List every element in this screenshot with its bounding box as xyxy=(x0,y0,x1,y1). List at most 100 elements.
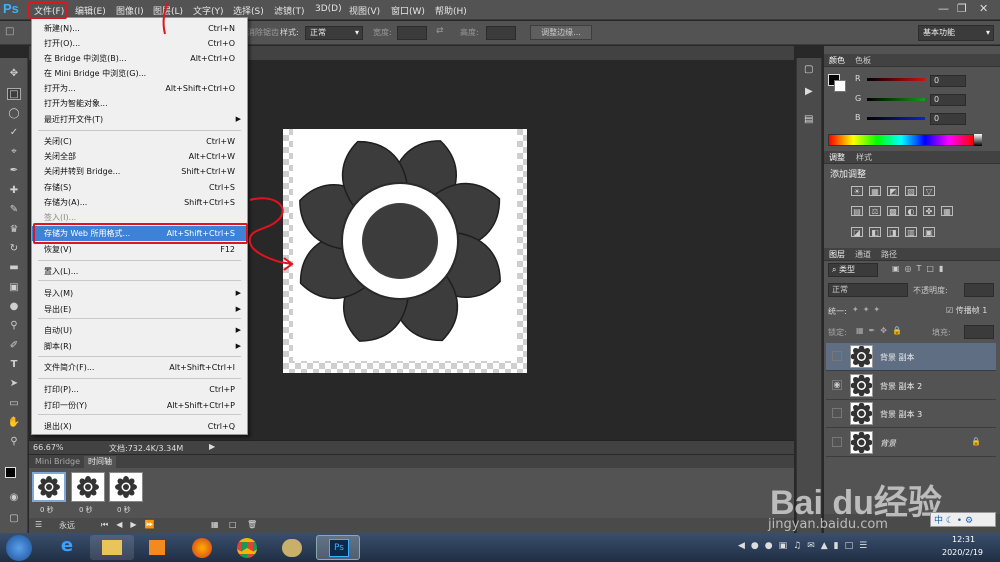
layer-filter-icons[interactable]: ▣◎T□▮ xyxy=(892,264,948,273)
tab-paths[interactable]: 路径 xyxy=(881,249,897,260)
menu-type[interactable]: 文字(Y) xyxy=(193,4,224,17)
zoom-level[interactable]: 66.67% xyxy=(33,443,64,452)
tray-icons[interactable]: ◀●●▣♫✉▲▮□☰ xyxy=(738,541,873,551)
path-select-icon[interactable]: ➤ xyxy=(7,378,21,390)
new-frame-icon[interactable]: □ xyxy=(229,520,237,529)
file-menu-item[interactable]: 存储为(A)... Shift+Ctrl+S xyxy=(32,195,247,210)
layer-filter-select[interactable]: ⌕ 类型 xyxy=(828,263,878,277)
actions-icon[interactable]: ▶ xyxy=(805,86,813,97)
bw-ramp[interactable] xyxy=(974,134,982,146)
close-icon[interactable]: ✕ xyxy=(979,2,988,15)
eraser-tool-icon[interactable]: ▬ xyxy=(7,262,21,274)
file-menu-item[interactable]: 退出(X) Ctrl+Q xyxy=(32,419,247,434)
screen-mode-icon[interactable]: ▢ xyxy=(7,513,21,525)
tab-channels[interactable]: 通道 xyxy=(855,249,871,260)
eye-icon[interactable]: ◉ xyxy=(832,380,842,390)
height-input[interactable] xyxy=(486,26,516,40)
eye-icon[interactable] xyxy=(832,437,842,447)
menu-filter[interactable]: 滤镜(T) xyxy=(274,4,305,17)
dodge-tool-icon[interactable]: ⚲ xyxy=(7,320,21,332)
file-menu-item[interactable]: 打印(P)... Ctrl+P xyxy=(32,382,247,397)
menu-window[interactable]: 窗口(W) xyxy=(391,4,425,17)
frame-1[interactable] xyxy=(32,472,66,502)
history-brush-icon[interactable]: ↻ xyxy=(7,243,21,255)
adjustment-icon[interactable]: ▣ xyxy=(923,227,935,237)
zoom-tool-icon[interactable]: ⚲ xyxy=(7,436,21,448)
channel-r-slider[interactable] xyxy=(867,78,925,81)
file-menu-item[interactable]: 导入(M) ▶ xyxy=(32,286,247,301)
adjustment-icon[interactable]: ◪ xyxy=(851,227,863,237)
adjustment-icon[interactable]: ◐ xyxy=(905,206,917,216)
healing-brush-icon[interactable]: ✚ xyxy=(7,185,21,197)
adjustment-icon[interactable]: ▥ xyxy=(905,227,917,237)
restore-icon[interactable]: ❐ xyxy=(957,2,967,15)
photoshop-taskbar-icon[interactable]: Ps xyxy=(329,539,349,557)
crop-tool-icon[interactable]: ⌖ xyxy=(7,146,21,158)
adjustment-icon[interactable]: ▧ xyxy=(905,186,917,196)
media-player-icon[interactable] xyxy=(135,535,179,560)
menu-view[interactable]: 视图(V) xyxy=(349,4,380,17)
workspace-select[interactable]: 基本功能 ▾ xyxy=(918,25,994,41)
file-menu-item[interactable]: 在 Bridge 中浏览(B)... Alt+Ctrl+O xyxy=(32,51,247,66)
color-spectrum[interactable] xyxy=(828,134,974,146)
file-menu-item[interactable]: 打开(O)... Ctrl+O xyxy=(32,36,247,51)
tab-swatches[interactable]: 色板 xyxy=(855,55,871,66)
frame-3-time[interactable]: 0 秒 xyxy=(117,505,131,515)
propagate-checkbox[interactable]: ☑ 传播帧 1 xyxy=(946,305,987,316)
layer-row[interactable]: 背景 副本 xyxy=(826,343,996,371)
history-icon[interactable]: ▢ xyxy=(804,64,813,75)
tab-layers[interactable]: 图层 xyxy=(829,249,845,260)
width-input[interactable] xyxy=(397,26,427,40)
file-menu-item[interactable]: 自动(U) ▶ xyxy=(32,323,247,338)
file-menu-item[interactable]: 关闭全部 Alt+Ctrl+W xyxy=(32,149,247,164)
refine-edge-button[interactable]: 调整边缘... xyxy=(530,25,592,40)
file-menu-item[interactable]: 新建(N)... Ctrl+N xyxy=(32,21,247,36)
marquee-tool-icon[interactable]: □ xyxy=(7,88,21,100)
file-menu-item[interactable]: 关闭并转到 Bridge... Shift+Ctrl+W xyxy=(32,164,247,179)
rectangle-tool-icon[interactable]: ▭ xyxy=(7,398,21,410)
clock-time[interactable]: 12:31 xyxy=(952,535,975,544)
frame-3[interactable] xyxy=(109,472,143,502)
layer-row[interactable]: 背景 副本 3 xyxy=(826,400,996,428)
start-button[interactable] xyxy=(6,535,32,561)
menu-3d[interactable]: 3D(D) xyxy=(315,4,342,14)
file-menu-item[interactable]: 打开为智能对象... xyxy=(32,96,247,111)
channel-b-value[interactable]: 0 xyxy=(930,113,966,125)
channel-r-value[interactable]: 0 xyxy=(930,75,966,87)
minimize-icon[interactable]: — xyxy=(938,2,949,15)
eye-icon[interactable] xyxy=(832,408,842,418)
adjustment-icon[interactable]: ▤ xyxy=(851,206,863,216)
file-menu-item[interactable]: 导出(E) ▶ xyxy=(32,302,247,317)
ime-bar[interactable]: 中 ☾ • ⚙ xyxy=(930,512,996,527)
eyedropper-icon[interactable]: ✒ xyxy=(7,165,21,177)
tab-mini-bridge[interactable]: Mini Bridge xyxy=(31,456,84,468)
opacity-input[interactable] xyxy=(964,283,994,297)
tab-timeline[interactable]: 时间轴 xyxy=(84,456,116,468)
adjustment-icon[interactable]: ◩ xyxy=(887,186,899,196)
menu-edit[interactable]: 编辑(E) xyxy=(75,4,106,17)
blur-tool-icon[interactable]: ● xyxy=(7,301,21,313)
tween-icon[interactable]: ▦ xyxy=(211,520,219,529)
hand-tool-icon[interactable]: ✋ xyxy=(7,417,21,429)
quick-mask-icon[interactable]: ◉ xyxy=(7,492,21,504)
channel-g-value[interactable]: 0 xyxy=(930,94,966,106)
bg-color-chip[interactable] xyxy=(834,80,846,92)
unify-icons[interactable]: ✦✦✦ xyxy=(852,305,884,314)
menu-help[interactable]: 帮助(H) xyxy=(435,4,467,17)
tab-styles[interactable]: 样式 xyxy=(856,152,872,163)
frame-2[interactable] xyxy=(71,472,105,502)
gradient-tool-icon[interactable]: ▣ xyxy=(7,282,21,294)
convert-icon[interactable]: ☰ xyxy=(35,520,42,529)
frame-2-time[interactable]: 0 秒 xyxy=(79,505,93,515)
layer-name[interactable]: 背景 副本 3 xyxy=(880,409,922,420)
tab-adjustments[interactable]: 调整 xyxy=(829,152,845,163)
adjustment-icon[interactable]: ✤ xyxy=(923,206,935,216)
quick-select-icon[interactable]: ✓ xyxy=(7,127,21,139)
adjustment-icon[interactable]: ▦ xyxy=(941,206,953,216)
move-tool-icon[interactable]: ✥ xyxy=(7,68,21,80)
explorer-icon[interactable] xyxy=(90,535,134,560)
swap-icon[interactable]: ⇄ xyxy=(436,26,444,36)
status-arrow-icon[interactable]: ▶ xyxy=(209,442,215,451)
file-menu-item[interactable]: 恢复(V) F12 xyxy=(32,242,247,257)
properties-icon[interactable]: ▤ xyxy=(804,114,813,125)
